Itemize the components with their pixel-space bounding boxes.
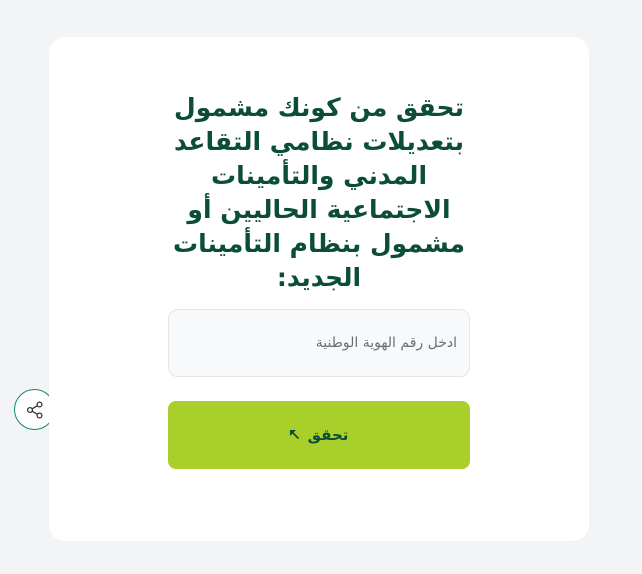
page: تحقق من كونك مشمول بتعديلات نظامي التقاع… [0, 0, 642, 574]
eligibility-card: تحقق من كونك مشمول بتعديلات نظامي التقاع… [49, 37, 589, 541]
arrow-up-left-icon [289, 430, 299, 440]
share-icon [26, 400, 43, 419]
verify-button[interactable]: تحقق [168, 401, 470, 469]
national-id-input[interactable] [168, 309, 470, 377]
verify-button-label: تحقق [307, 426, 349, 444]
eligibility-heading: تحقق من كونك مشمول بتعديلات نظامي التقاع… [172, 93, 466, 292]
